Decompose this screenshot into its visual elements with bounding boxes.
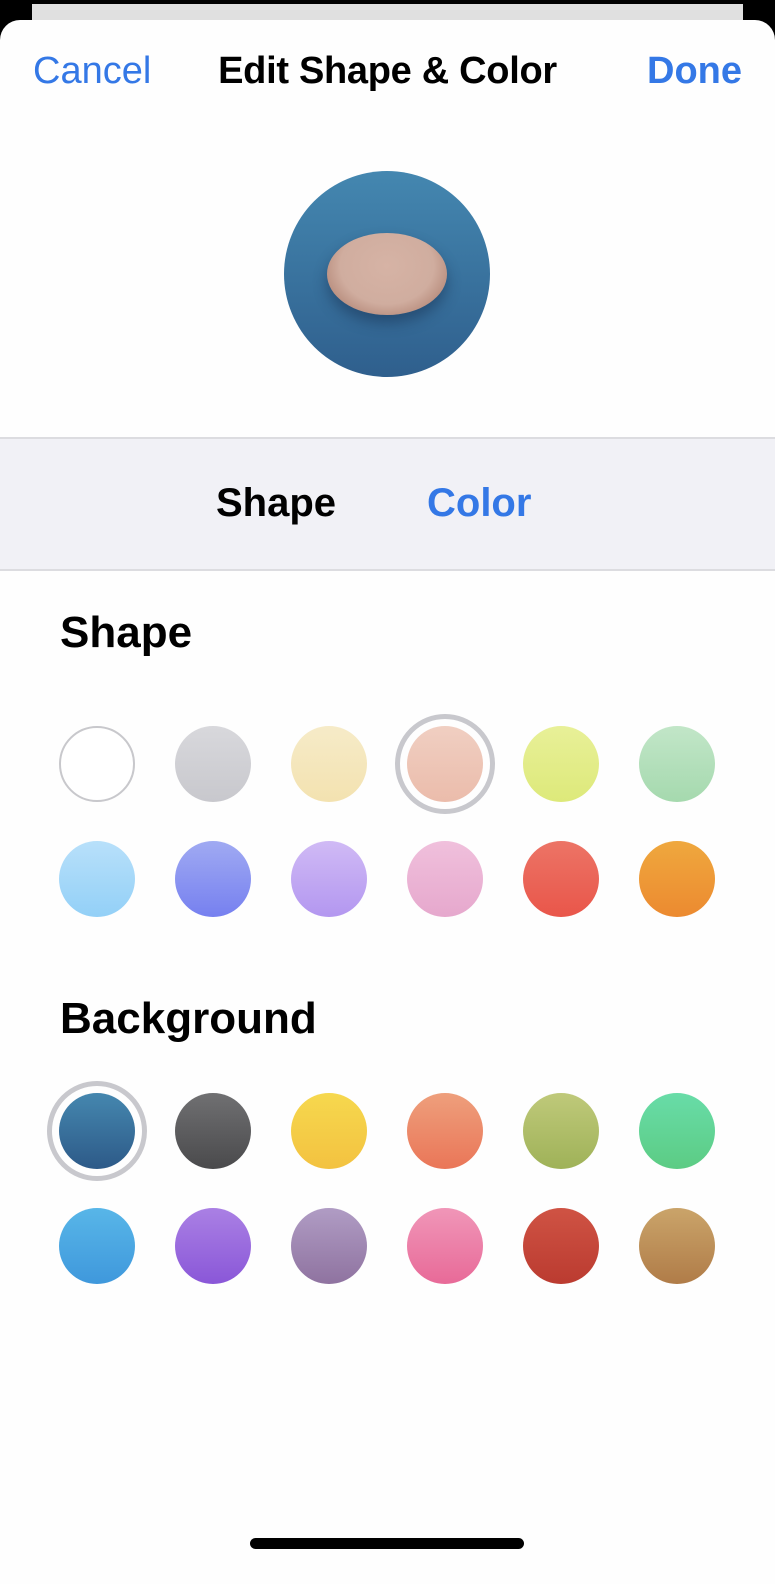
shape-color-swatch-cream[interactable] [291, 726, 367, 802]
background-color-swatch-yellow[interactable] [291, 1093, 367, 1169]
background-color-swatch-blue[interactable] [47, 1081, 147, 1181]
shape-color-swatch-orange[interactable] [639, 841, 715, 917]
background-color-swatch-bronze[interactable] [639, 1208, 715, 1284]
shape-color-swatch-periwinkle[interactable] [175, 841, 251, 917]
shape-section-title: Shape [60, 608, 193, 657]
background-color-swatch-coral[interactable] [407, 1093, 483, 1169]
background-color-swatch-violet[interactable] [175, 1208, 251, 1284]
background-color-swatch-cyan[interactable] [59, 1208, 135, 1284]
done-button[interactable]: Done [647, 50, 742, 93]
shape-color-swatch-pink[interactable] [407, 841, 483, 917]
shape-color-swatch-peach[interactable] [395, 714, 495, 814]
background-color-swatch-charcoal[interactable] [175, 1093, 251, 1169]
background-color-swatch-olive[interactable] [523, 1093, 599, 1169]
medication-preview-icon [284, 171, 490, 377]
shape-color-swatch-red[interactable] [523, 841, 599, 917]
shape-color-swatch-white[interactable] [59, 726, 135, 802]
shape-color-swatch-gray[interactable] [175, 726, 251, 802]
background-color-swatch-crimson[interactable] [523, 1208, 599, 1284]
background-color-swatch-mauve[interactable] [291, 1208, 367, 1284]
segmented-control: Shape Color [0, 437, 775, 571]
shape-color-swatch-sky[interactable] [59, 841, 135, 917]
edit-shape-color-sheet: Cancel Edit Shape & Color Done Shape Col… [0, 20, 775, 1584]
background-section-title: Background [60, 994, 317, 1043]
shape-color-swatch-lime[interactable] [523, 726, 599, 802]
background-color-swatch-rose[interactable] [407, 1208, 483, 1284]
tab-color[interactable]: Color [427, 481, 531, 526]
home-indicator [250, 1538, 524, 1549]
background-color-swatch-green[interactable] [639, 1093, 715, 1169]
pill-shape-icon [327, 233, 447, 315]
shape-color-swatch-lavender[interactable] [291, 841, 367, 917]
shape-color-swatch-mint[interactable] [639, 726, 715, 802]
tab-shape[interactable]: Shape [216, 481, 336, 526]
navigation-bar: Cancel Edit Shape & Color Done [0, 20, 775, 130]
